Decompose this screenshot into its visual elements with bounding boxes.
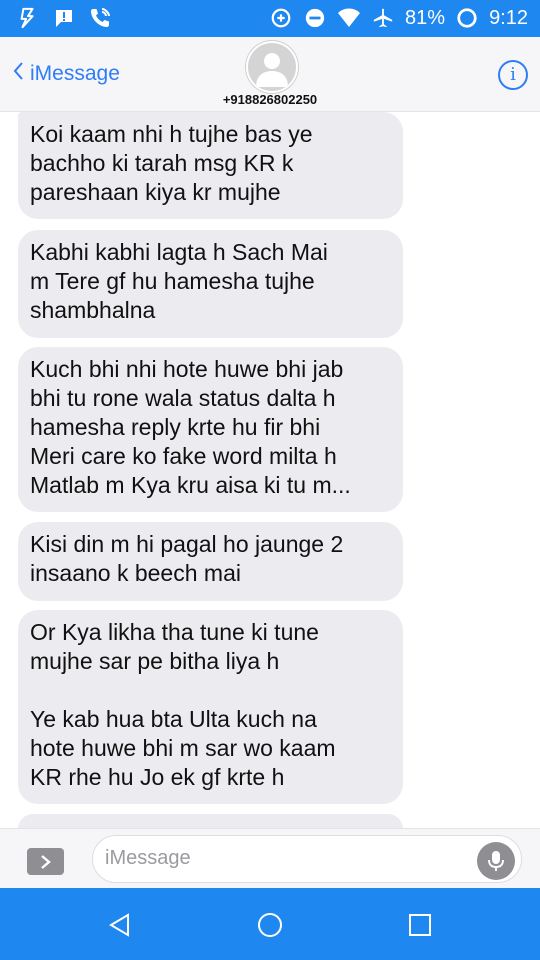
nav-recents-button[interactable]	[406, 911, 434, 939]
nav-home-button[interactable]	[256, 911, 284, 939]
message-bubble[interactable]: Kisi din m hi pagal ho jaunge 2 insaano …	[18, 522, 403, 601]
circle-home-icon	[258, 913, 282, 937]
wifi-call-icon	[88, 6, 112, 30]
microphone-icon	[488, 851, 504, 871]
data-saver-icon	[269, 6, 293, 30]
back-label: iMessage	[30, 62, 120, 85]
battery-ring-icon	[455, 6, 479, 30]
square-recents-icon	[409, 914, 431, 936]
clock: 9:12	[489, 6, 528, 29]
message-bubble[interactable]: Kuch bhi nhi hote huwe bhi jab bhi tu ro…	[18, 347, 403, 512]
message-input-placeholder: iMessage	[105, 847, 191, 869]
compose-bar: iMessage	[0, 828, 540, 889]
message-bubble[interactable]: Or Kya likha tha tune ki tune mujhe sar …	[18, 610, 403, 804]
avatar[interactable]	[246, 41, 298, 93]
message-bubble[interactable]: Koi kaam nhi h tujhe bas ye bachho ki ta…	[18, 112, 403, 219]
back-button[interactable]: iMessage	[12, 61, 120, 87]
info-button[interactable]: i	[498, 60, 528, 90]
navigation-bar	[0, 888, 540, 960]
wifi-icon	[337, 6, 361, 30]
info-icon: i	[510, 64, 516, 85]
nav-back-button[interactable]	[106, 911, 134, 939]
message-bubble[interactable]: Kabhi kabhi lagta h Sach Mai m Tere gf h…	[18, 230, 403, 338]
person-silhouette-icon	[256, 53, 288, 87]
airplane-mode-icon	[371, 6, 395, 30]
triangle-back-icon	[109, 913, 129, 937]
message-bubble-partial[interactable]	[18, 814, 403, 828]
do-not-disturb-icon	[303, 6, 327, 30]
conversation-header: iMessage +918826802250 i	[0, 37, 540, 112]
status-bar: 81% 9:12	[0, 0, 540, 37]
battery-percent: 81%	[405, 6, 446, 29]
chevron-right-icon	[40, 854, 51, 869]
chevron-left-icon	[12, 61, 24, 87]
contact-number[interactable]: +918826802250	[0, 92, 540, 107]
flash-icon	[16, 6, 40, 30]
message-list[interactable]: Koi kaam nhi h tujhe bas ye bachho ki ta…	[0, 112, 540, 828]
message-input[interactable]: iMessage	[92, 835, 522, 883]
mic-button[interactable]	[477, 842, 515, 880]
alert-message-icon	[52, 6, 76, 30]
expand-apps-button[interactable]	[27, 848, 64, 875]
